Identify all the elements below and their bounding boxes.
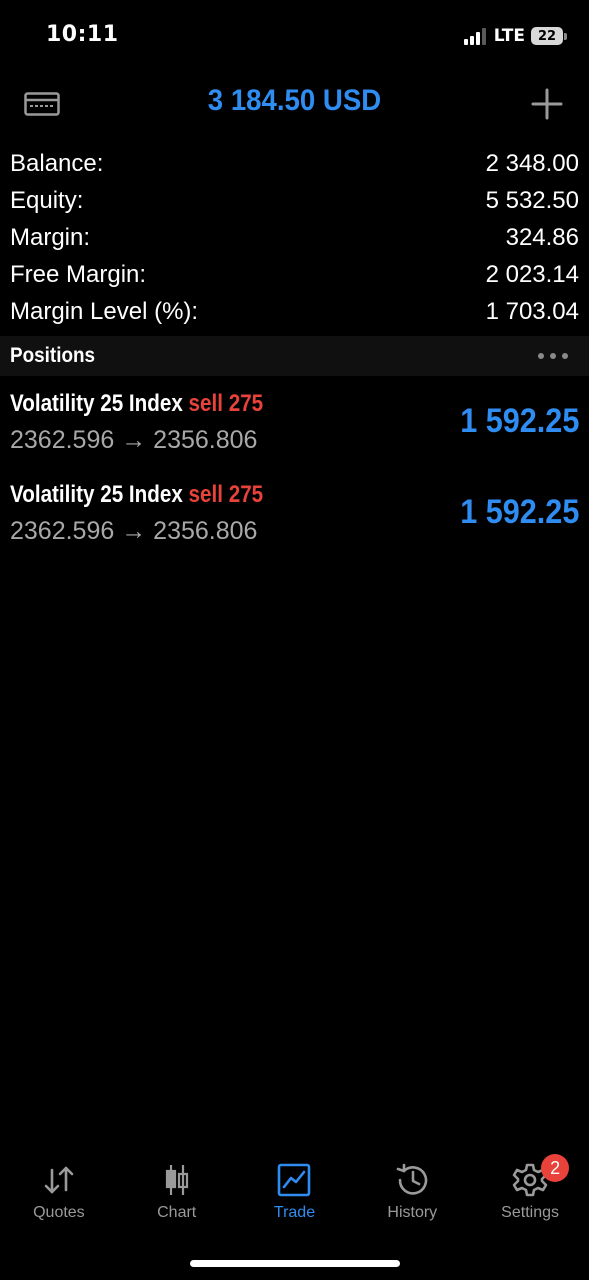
status-indicators: LTE 22 [463,24,567,48]
candlestick-icon [165,1165,188,1195]
position-prices: 2362.596 → 2356.806 [10,517,258,545]
tab-quotes[interactable]: Quotes [0,1150,118,1240]
summary-value: 1 703.04 [485,297,579,325]
status-time: 10:11 [46,22,119,47]
notification-badge: 2 [541,1154,570,1182]
header: 3 184.50 USD [0,78,589,130]
more-options-icon[interactable] [537,350,569,362]
position-profit: 1 592.25 [459,402,579,440]
trade-chart-icon [278,1163,311,1197]
account-summary: Balance: 2 348.00 Equity: 5 532.50 Margi… [10,146,579,330]
plus-icon[interactable] [531,88,563,120]
position-title: Volatility 25 Index sell 275 [10,390,263,418]
position-side: sell 275 [188,390,264,417]
summary-row-free-margin: Free Margin: 2 023.14 [10,256,579,293]
list-item[interactable]: Volatility 25 Index sell 275 2362.596 → … [0,384,589,475]
battery-cap [564,32,567,40]
battery-level: 22 [537,28,557,44]
positions-list: Volatility 25 Index sell 275 2362.596 → … [0,384,589,566]
quotes-arrows-icon [44,1166,74,1194]
history-clock-icon [396,1163,428,1195]
summary-label: Balance: [10,150,104,178]
account-balance-title: 3 184.50 USD [207,84,382,117]
status-bar: 10:11 LTE 22 [0,0,589,72]
section-title: Positions [10,344,96,367]
bottom-tab-bar: Quotes Chart Trade History Settings 2 [0,1150,589,1240]
position-symbol: Volatility 25 Index [10,481,183,508]
tab-label: Trade [273,1204,316,1221]
summary-row-margin-level: Margin Level (%): 1 703.04 [10,293,579,330]
tab-label: Chart [157,1204,197,1221]
summary-value: 2 023.14 [485,260,579,288]
tab-history[interactable]: History [353,1150,471,1240]
position-symbol: Volatility 25 Index [10,390,183,417]
network-type: LTE [493,26,525,46]
tab-label: History [387,1204,438,1221]
tab-trade[interactable]: Trade [236,1150,354,1240]
summary-label: Free Margin: [10,260,147,288]
battery-icon: 22 [531,27,563,45]
position-title: Volatility 25 Index sell 275 [10,481,263,509]
tab-label: Quotes [33,1204,85,1221]
summary-value: 324.86 [505,223,579,251]
summary-value: 2 348.00 [485,150,579,178]
summary-label: Margin Level (%): [10,297,199,325]
summary-row-balance: Balance: 2 348.00 [10,146,579,183]
position-prices: 2362.596 → 2356.806 [10,426,258,454]
cellular-signal-icon [463,27,488,45]
summary-value: 5 532.50 [485,187,579,215]
list-item[interactable]: Volatility 25 Index sell 275 2362.596 → … [0,475,589,566]
tab-settings[interactable]: Settings 2 [471,1150,589,1240]
positions-section-header: Positions [0,336,589,376]
home-indicator [190,1260,400,1267]
tab-label: Settings [501,1204,559,1221]
summary-row-margin: Margin: 324.86 [10,220,579,257]
position-side: sell 275 [188,481,264,508]
summary-row-equity: Equity: 5 532.50 [10,183,579,220]
position-profit: 1 592.25 [459,493,579,531]
summary-label: Equity: [10,187,84,215]
tab-chart[interactable]: Chart [118,1150,236,1240]
summary-label: Margin: [10,223,91,251]
